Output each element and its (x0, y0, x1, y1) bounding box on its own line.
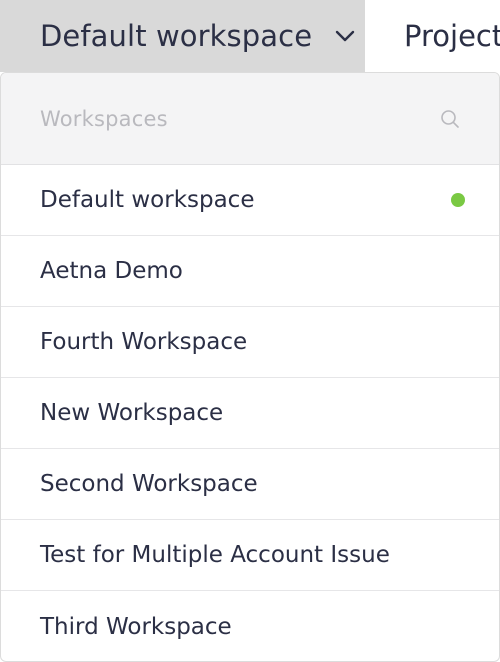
active-indicator-dot (451, 193, 465, 207)
dropdown-header: Workspaces (1, 73, 499, 165)
workspace-item-test-multiple-account[interactable]: Test for Multiple Account Issue (1, 520, 499, 591)
nav-item-project[interactable]: Project (404, 0, 500, 72)
workspace-switcher-label: Default workspace (40, 19, 313, 53)
top-bar: Default workspace Project (0, 0, 500, 72)
workspace-item-label: New Workspace (40, 400, 224, 426)
workspace-item-default[interactable]: Default workspace (1, 165, 499, 236)
workspace-list: Default workspace Aetna Demo Fourth Work… (1, 165, 499, 661)
workspace-item-label: Second Workspace (40, 471, 258, 497)
search-icon[interactable] (439, 108, 461, 130)
workspace-item-label: Fourth Workspace (40, 329, 248, 355)
workspace-item-new[interactable]: New Workspace (1, 378, 499, 449)
workspace-item-label: Third Workspace (40, 613, 232, 640)
workspace-item-label: Default workspace (40, 187, 255, 213)
nav-item-project-label: Project (404, 19, 500, 53)
dropdown-title: Workspaces (40, 106, 168, 131)
workspace-item-aetna-demo[interactable]: Aetna Demo (1, 236, 499, 307)
workspace-item-second[interactable]: Second Workspace (1, 449, 499, 520)
workspace-switcher-button[interactable]: Default workspace (0, 0, 365, 72)
workspace-item-label: Test for Multiple Account Issue (40, 542, 390, 568)
workspace-dropdown: Workspaces Default workspace Aetna Demo … (0, 72, 500, 662)
workspace-item-label: Aetna Demo (40, 258, 183, 284)
workspace-item-fourth[interactable]: Fourth Workspace (1, 307, 499, 378)
chevron-down-icon (334, 25, 356, 47)
workspace-item-third[interactable]: Third Workspace (1, 591, 499, 661)
